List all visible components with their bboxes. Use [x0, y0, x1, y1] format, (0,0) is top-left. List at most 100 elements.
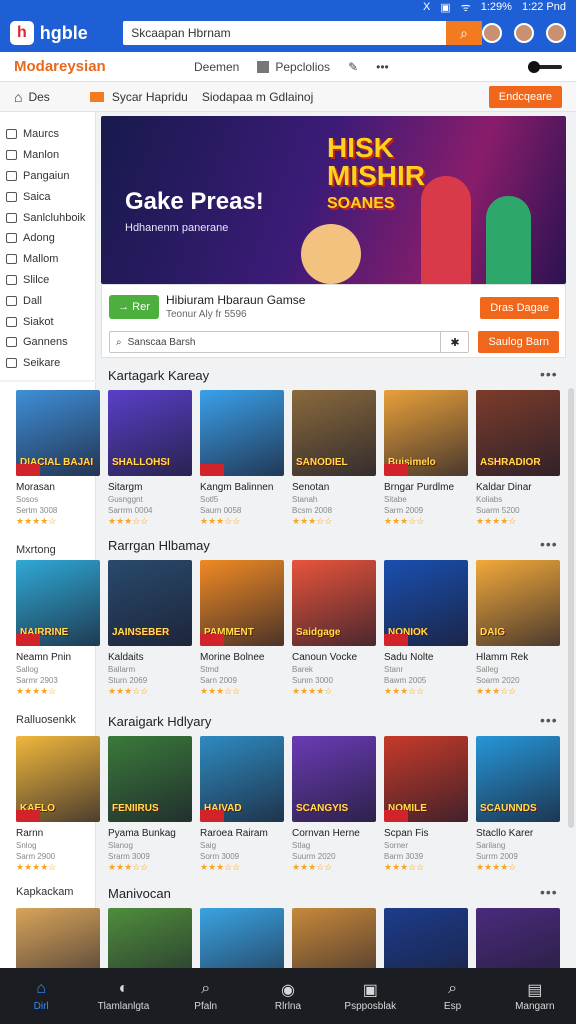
game-tile[interactable]: JAINSEBER Kaldaits Ballarm Sturn 2069 ★★★☆☆ [108, 560, 192, 697]
sidebar-item[interactable]: Mallom [0, 249, 95, 270]
filter-icon[interactable]: ✱ [440, 331, 469, 353]
search-icon[interactable]: ⌕ [446, 21, 482, 45]
game-thumbnail[interactable]: KAELO [16, 736, 100, 822]
game-tile[interactable]: DIACIAL BAJAI Morasan Sosos Sertm 3008 ★★★★☆ [16, 390, 100, 527]
game-thumbnail[interactable]: SCANGYIS [292, 736, 376, 822]
game-tile[interactable]: Buisimelo Brngar Purdlme Sitabe Sarm 2009 ★★… [384, 390, 468, 527]
game-thumbnail[interactable]: ASHRADIOR [476, 390, 560, 476]
game-meta: Sallog [16, 665, 39, 674]
section-more-icon[interactable]: ••• [540, 366, 558, 382]
game-tile[interactable]: KAELO Rarnn Snlog Sarm 2900 ★★★★☆ [16, 736, 100, 873]
game-tile[interactable]: NAIRRINE Neamn Pnin Sallog Sarmr 2903 ★★★★☆ [16, 560, 100, 697]
game-name: Kaldaits [108, 652, 144, 663]
sidebar-item[interactable]: Seikare [0, 353, 95, 374]
bottom-nav-item[interactable]: ◉ Rlrlna [248, 980, 328, 1012]
game-thumbnail[interactable]: FENIIRUS [108, 736, 192, 822]
bottom-nav-label: Mangarn [515, 1001, 555, 1012]
game-tile[interactable]: NONIOK Sadu Nolte Stanr Bawm 2005 ★★★☆☆ [384, 560, 468, 697]
game-tile[interactable]: NOMILE Scpan Fis Sorner Barm 3039 ★★★☆☆ [384, 736, 468, 873]
app-logo-icon[interactable]: h [10, 21, 34, 45]
nav-link-deemen[interactable]: Deemen [194, 60, 239, 74]
sidebar-item[interactable]: Maurcs [0, 124, 95, 145]
info-action-button[interactable]: Dras Dagae [480, 297, 559, 319]
bottom-nav-item[interactable]: ◐ Tlamlanlgta [83, 980, 163, 1012]
toggle-switch[interactable] [528, 60, 562, 73]
bottom-nav-label: Pspposblak [344, 1001, 397, 1012]
sidebar-item[interactable]: Dall [0, 290, 95, 311]
bottom-nav-item[interactable]: ⌂ Dirl [1, 980, 81, 1012]
filter-button[interactable]: Saulog Barn [478, 331, 559, 353]
game-tile[interactable]: HAIVAD Raroea Rairam Saig Sorm 3009 ★★★☆☆ [200, 736, 284, 873]
play-button[interactable]: → Rer [109, 295, 159, 319]
category-icon [6, 295, 17, 306]
game-thumbnail[interactable]: NONIOK [384, 560, 468, 646]
scrollbar[interactable] [568, 388, 574, 828]
filter-input[interactable]: ⌕ Sanscaa Barsh [109, 331, 469, 353]
sidebar-item[interactable]: Sanlcluhboik [0, 207, 95, 228]
edit-icon[interactable]: ✎ [348, 60, 358, 74]
game-meta: Sturn 2069 [108, 676, 148, 685]
sidebar-item[interactable]: Saica [0, 186, 95, 207]
game-tile[interactable]: SCANGYIS Cornvan Herne Stlag Suurm 2020 ★★★☆… [292, 736, 376, 873]
hero-character [421, 176, 471, 284]
more-icon[interactable]: ••• [376, 60, 389, 74]
catalog: Kartagark Kareay ••• DIACIAL BAJAI Morasan S… [16, 358, 572, 994]
bottom-nav-item[interactable]: ⌕ Esp [413, 980, 493, 1012]
section-more-icon[interactable]: ••• [540, 712, 558, 728]
star-rating: ★★★★☆ [16, 516, 57, 526]
breadcrumb-cta-button[interactable]: Endcqeare [488, 85, 562, 108]
sidebar-item[interactable]: Siakot [0, 311, 95, 332]
section-more-icon[interactable]: ••• [540, 536, 558, 552]
game-thumbnail[interactable]: Saidgage [292, 560, 376, 646]
sidebar-item[interactable]: Adong [0, 228, 95, 249]
nav-link-pepclolios[interactable]: Pepclolios [257, 60, 330, 74]
game-tile[interactable]: DAIG Hlamm Rek Salleg Soarm 2020 ★★★☆☆ [476, 560, 560, 697]
sidebar-item[interactable]: Manlon [0, 145, 95, 166]
game-tile[interactable]: ASHRADIOR Kaldar Dinar Koliabs Suarm 5200 ★★… [476, 390, 560, 527]
game-meta: Ballarm [108, 665, 136, 674]
game-tile[interactable]: SANODIEL Senotan Stanah Bcsm 2008 ★★★☆☆ [292, 390, 376, 527]
search-input[interactable] [123, 21, 446, 45]
game-thumbnail[interactable] [200, 390, 284, 476]
game-name: Raroea Rairam [200, 828, 268, 839]
game-tile[interactable]: Kangm Balinnen Sotl5 Saurn 0058 ★★★☆☆ [200, 390, 284, 527]
game-thumbnail[interactable]: HAIVAD [200, 736, 284, 822]
game-thumbnail[interactable]: DAIG [476, 560, 560, 646]
game-name: Sitargm [108, 482, 143, 493]
game-tile[interactable]: SCAUNNDS Stacllo Karer Sarilang Surrm 2009 ★… [476, 736, 560, 873]
game-thumbnail[interactable]: PAMMENT [200, 560, 284, 646]
game-tile[interactable]: SHALLOHSI Sitargm Gusnggnt Sarrrm 0004 ★★★☆☆ [108, 390, 192, 527]
hero-banner[interactable]: HISK MISHIR SOANES Gake Preas! Hdhanenm … [101, 116, 566, 284]
avatar[interactable] [514, 23, 534, 43]
game-thumbnail[interactable]: NAIRRINE [16, 560, 100, 646]
game-thumbnail[interactable]: SANODIEL [292, 390, 376, 476]
sidebar-item[interactable]: Slilce [0, 270, 95, 291]
bottom-nav-item[interactable]: ⌕ Pfaln [166, 980, 246, 1012]
game-thumbnail[interactable]: Buisimelo [384, 390, 468, 476]
game-tile[interactable]: FENIIRUS Pyama Bunkag Slanog Srarm 3009 ★★★☆… [108, 736, 192, 873]
bottom-nav-item[interactable]: ▣ Pspposblak [330, 980, 410, 1012]
breadcrumb-item[interactable]: Sycar Hapridu [112, 90, 188, 104]
game-thumbnail[interactable]: JAINSEBER [108, 560, 192, 646]
star-rating: ★★★☆☆ [292, 862, 333, 872]
breadcrumb-item[interactable]: Siodapaa m Gdlainoj [202, 90, 313, 104]
avatar[interactable] [546, 23, 566, 43]
game-tile[interactable]: PAMMENT Morine Bolnee Stmd Sarn 2009 ★★★☆☆ [200, 560, 284, 697]
sidebar-item[interactable]: Gannens [0, 332, 95, 353]
bookmark-icon: ▣ [362, 982, 378, 999]
bottom-nav-item[interactable]: ▤ Mangarn [495, 980, 575, 1012]
sidebar-item[interactable]: Pangaiun [0, 166, 95, 187]
avatar[interactable] [482, 23, 502, 43]
breadcrumb-home[interactable]: Des [28, 90, 49, 104]
game-meta: Suurm 2020 [292, 852, 336, 861]
bottom-nav-label: Rlrlna [274, 1001, 302, 1012]
game-tile[interactable]: Saidgage Canoun Vocke Barek Sunm 3000 ★★★★☆ [292, 560, 376, 697]
game-meta: Sitabe [384, 495, 407, 504]
game-name: Brngar Purdlme [384, 482, 455, 493]
game-thumbnail[interactable]: DIACIAL BAJAI [16, 390, 100, 476]
game-thumbnail[interactable]: SHALLOHSI [108, 390, 192, 476]
game-thumbnail[interactable]: NOMILE [384, 736, 468, 822]
section-more-icon[interactable]: ••• [540, 884, 558, 900]
game-thumbnail[interactable]: SCAUNNDS [476, 736, 560, 822]
home-icon[interactable]: ⌂ [14, 89, 22, 105]
